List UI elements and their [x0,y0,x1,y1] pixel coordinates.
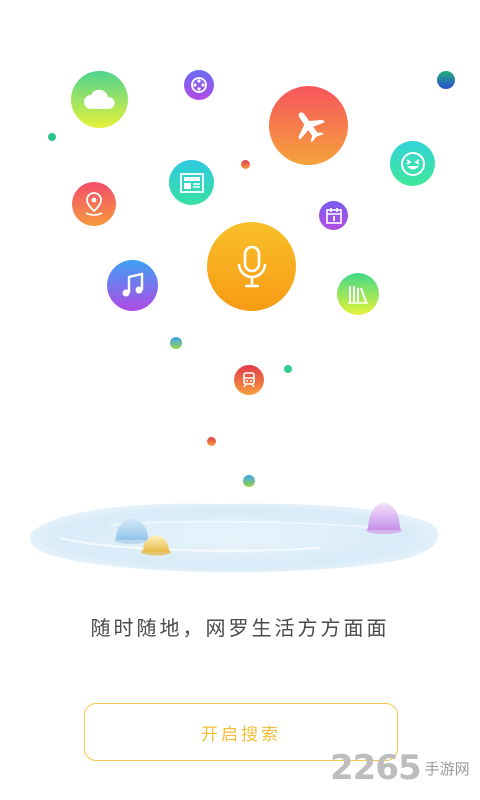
cloud-icon [83,89,115,109]
watermark: 2265 手游网 [330,742,480,794]
calendar-icon [325,207,342,224]
train-icon [243,372,255,388]
decor-dot [241,160,250,169]
flight-bubble [269,86,348,165]
watermark-number: 2265 [330,748,422,788]
decor-dot [207,437,216,446]
train-bubble [234,365,264,395]
start-search-label: 开启搜索 [201,724,281,745]
voice-search-bubble[interactable] [207,222,296,311]
books-icon [348,286,368,304]
news-bubble [169,160,214,205]
tagline: 随时随地，网罗生活方方面面 [90,616,390,640]
airplane-icon [297,111,325,142]
decor-dot [284,365,292,373]
music-bubble [107,260,158,311]
video-bubble [184,70,214,100]
purple-jelly [366,503,402,534]
pond-illustration [30,503,439,573]
film-reel-icon [191,77,207,93]
location-pin-icon [85,192,103,216]
decor-dot [170,337,182,349]
location-bubble [72,182,116,226]
smile-icon [400,151,425,176]
microphone-icon [237,245,266,287]
book-bubble [337,273,379,315]
calendar-bubble [319,201,348,230]
decor-dot [437,71,455,89]
news-icon [179,172,204,193]
watermark-suffix: 手游网 [424,759,470,778]
decor-dot [48,133,56,141]
joke-bubble [390,141,435,186]
weather-bubble [71,71,128,128]
music-note-icon [122,271,143,296]
